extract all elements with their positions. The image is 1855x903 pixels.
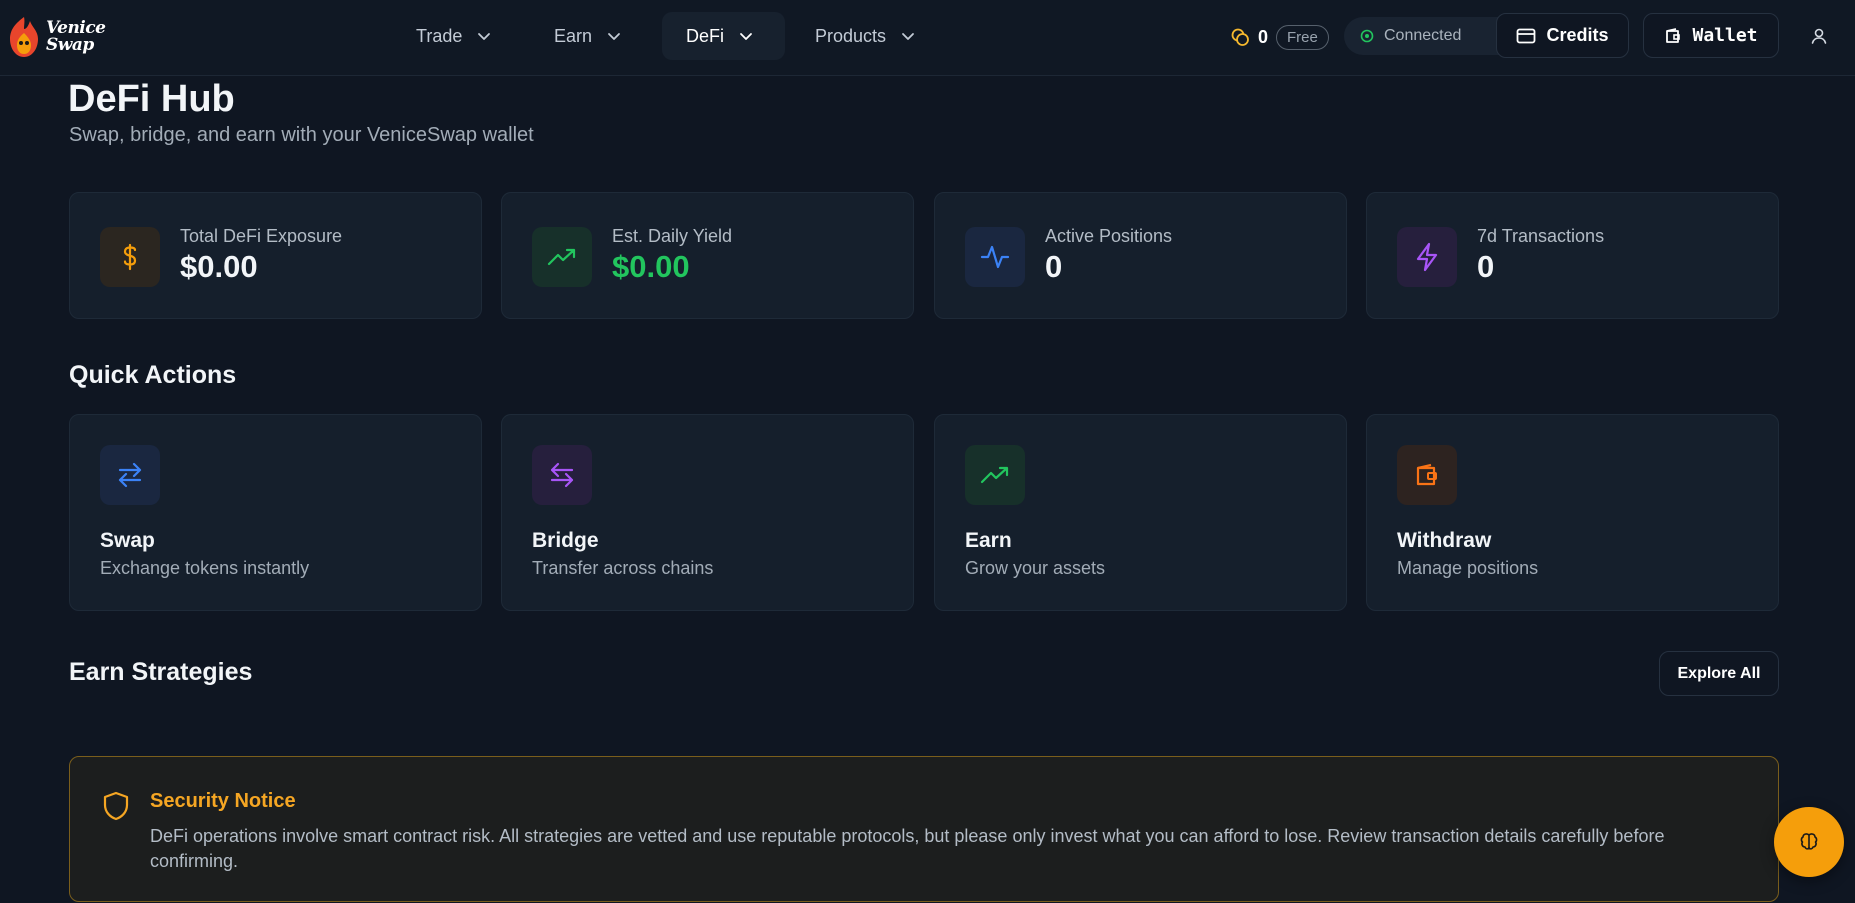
stat-value: $0.00 [612, 249, 690, 284]
action-description: Grow your assets [965, 558, 1106, 578]
action-description: Exchange tokens instantly [100, 558, 310, 578]
stat-card-total-exposure: Total DeFi Exposure $0.00 [69, 192, 482, 319]
stat-value: $0.00 [180, 249, 258, 284]
top-navigation-bar: Venice Swap Trade Earn DeFi Products 0 F… [0, 0, 1855, 76]
connection-status-label: Connected [1384, 27, 1462, 44]
action-title: Withdraw [1397, 529, 1492, 552]
chevron-down-icon [478, 33, 491, 40]
action-description: Transfer across chains [532, 558, 714, 578]
assistant-fab-button[interactable] [1774, 807, 1844, 877]
security-notice-title: Security Notice [150, 790, 296, 812]
stat-label: Est. Daily Yield [612, 226, 733, 246]
action-title: Bridge [532, 529, 599, 552]
nav-item-label: DeFi [686, 25, 725, 46]
dollar-icon [100, 227, 160, 287]
credits-button-label: Credits [1546, 25, 1609, 45]
logo[interactable]: Venice Swap [4, 12, 114, 62]
activity-icon [965, 227, 1025, 287]
stat-label: Total DeFi Exposure [180, 226, 343, 246]
security-notice-text: DeFi operations involve smart contract r… [150, 826, 1665, 871]
logo-text: Venice Swap [46, 20, 106, 55]
chevron-down-icon [740, 33, 752, 40]
user-icon [1811, 28, 1827, 44]
action-card-bridge[interactable]: Bridge Transfer across chains [501, 414, 914, 611]
brain-icon [1800, 833, 1818, 850]
nav-item-earn[interactable]: Earn [530, 12, 656, 60]
stat-label: 7d Transactions [1477, 226, 1605, 246]
bridge-arrows-icon [532, 445, 592, 505]
credit-count: 0 [1258, 26, 1269, 47]
explore-all-button[interactable]: Explore All [1659, 651, 1779, 696]
coins-icon [1231, 28, 1249, 46]
stat-value: 0 [1477, 249, 1495, 284]
action-card-earn[interactable]: Earn Grow your assets [934, 414, 1347, 611]
stat-card-7d-transactions: 7d Transactions 0 [1366, 192, 1779, 319]
plan-badge: Free [1276, 24, 1329, 50]
action-card-swap[interactable]: Swap Exchange tokens instantly [69, 414, 482, 611]
swap-arrows-icon [100, 445, 160, 505]
credit-card-icon [1517, 28, 1536, 43]
nav-item-label: Earn [554, 25, 593, 46]
action-card-withdraw[interactable]: Withdraw Manage positions [1366, 414, 1779, 611]
page-subtitle: Swap, bridge, and earn with your VeniceS… [69, 124, 534, 146]
connection-status: Connected [1344, 17, 1519, 55]
logo-text-line2: Swap [46, 35, 94, 55]
credits-button[interactable]: Credits [1496, 13, 1629, 58]
stat-value: 0 [1045, 249, 1063, 284]
page-title: DeFi Hub [68, 78, 235, 120]
main-nav: Trade Earn DeFi Products [392, 12, 955, 60]
credit-balance[interactable]: 0 Free [1230, 22, 1329, 52]
chevron-down-icon [902, 33, 914, 40]
stat-label: Active Positions [1045, 226, 1173, 246]
chevron-down-icon [608, 33, 620, 40]
earn-strategies-title: Earn Strategies [69, 658, 253, 686]
stat-card-active-positions: Active Positions 0 [934, 192, 1347, 319]
trending-up-icon [532, 227, 592, 287]
nav-item-products[interactable]: Products [791, 12, 955, 60]
trending-up-icon [965, 445, 1025, 505]
user-menu-button[interactable] [1799, 13, 1839, 58]
security-notice: Security Notice DeFi operations involve … [69, 756, 1779, 902]
nav-item-label: Products [815, 25, 887, 46]
action-description: Manage positions [1397, 558, 1539, 578]
wallet-icon [1397, 445, 1457, 505]
shield-icon [103, 791, 129, 821]
nav-item-defi[interactable]: DeFi [662, 12, 785, 60]
action-title: Earn [965, 529, 1012, 552]
wallet-button[interactable]: Wallet [1643, 13, 1779, 58]
logo-mark-icon [10, 17, 38, 57]
quick-actions-title: Quick Actions [69, 361, 237, 389]
wallet-button-label: Wallet [1692, 25, 1758, 46]
action-title: Swap [100, 529, 155, 552]
status-dot-icon [1360, 29, 1374, 43]
nav-item-trade[interactable]: Trade [392, 12, 524, 60]
stat-card-daily-yield: Est. Daily Yield $0.00 [501, 192, 914, 319]
nav-item-label: Trade [416, 25, 463, 46]
wallet-icon [1666, 27, 1681, 43]
zap-icon [1397, 227, 1457, 287]
